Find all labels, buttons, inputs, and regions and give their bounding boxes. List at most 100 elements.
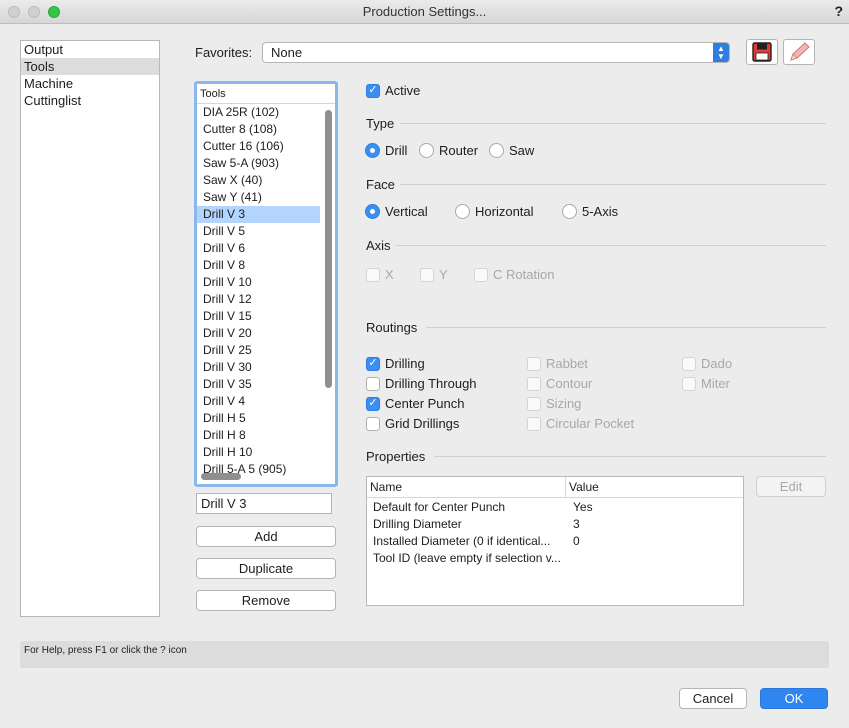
routing-rabbet-checkbox[interactable]: Rabbet xyxy=(527,356,588,371)
tool-item[interactable]: Drill V 25 xyxy=(197,342,320,359)
checkbox-icon xyxy=(527,356,541,371)
routing-circular-pocket-label: Circular Pocket xyxy=(546,416,635,431)
favorites-value: None xyxy=(271,45,303,60)
property-value: 0 xyxy=(573,534,580,548)
ok-button[interactable]: OK xyxy=(760,688,828,709)
nav-item-cuttinglist[interactable]: Cuttinglist xyxy=(21,92,159,109)
tool-item[interactable]: Drill V 20 xyxy=(197,325,320,342)
axis-c-rotation-checkbox[interactable]: C Rotation xyxy=(474,267,554,282)
tool-item[interactable]: Drill V 15 xyxy=(197,308,320,325)
routing-grid-drillings-label: Grid Drillings xyxy=(385,416,460,431)
tools-horizontal-scrollbar[interactable] xyxy=(201,473,241,480)
property-name: Tool ID (leave empty if selection v... xyxy=(373,551,561,565)
type-radio-drill[interactable]: Drill xyxy=(365,143,407,158)
type-radio-saw[interactable]: Saw xyxy=(489,143,534,158)
tool-name-field[interactable]: Drill V 3 xyxy=(196,493,332,514)
tool-item[interactable]: Drill V 30 xyxy=(197,359,320,376)
checkbox-icon xyxy=(366,376,380,391)
tool-item[interactable]: Drill V 5 xyxy=(197,223,320,240)
table-row[interactable]: Tool ID (leave empty if selection v... xyxy=(367,549,743,566)
axis-y-checkbox[interactable]: Y xyxy=(420,267,448,282)
checkbox-icon xyxy=(527,376,541,391)
edit-favorite-button[interactable] xyxy=(783,39,815,65)
axis-x-label: X xyxy=(385,267,394,282)
tool-item[interactable]: Saw Y (41) xyxy=(197,189,320,206)
tool-item[interactable]: Drill V 12 xyxy=(197,291,320,308)
favorites-dropdown[interactable]: None ▲ ▼ xyxy=(262,42,730,63)
column-divider xyxy=(565,477,566,498)
routing-center-punch-label: Center Punch xyxy=(385,396,465,411)
type-radio-router[interactable]: Router xyxy=(419,143,478,158)
tool-item[interactable]: Saw 5-A (903) xyxy=(197,155,320,172)
checkbox-icon xyxy=(527,396,541,411)
edit-property-button[interactable]: Edit xyxy=(756,476,826,497)
routing-circular-pocket-checkbox[interactable]: Circular Pocket xyxy=(527,416,634,431)
add-tool-button[interactable]: Add xyxy=(196,526,336,547)
cancel-button[interactable]: Cancel xyxy=(679,688,747,709)
face-radio-horizontal[interactable]: Horizontal xyxy=(455,204,534,219)
tool-item[interactable]: Drill H 8 xyxy=(197,427,320,444)
checkmark-icon: ✓ xyxy=(366,83,380,98)
nav-item-output[interactable]: Output xyxy=(21,41,159,58)
routing-drilling-through-label: Drilling Through xyxy=(385,376,477,391)
properties-table[interactable]: Name Value Default for Center Punch Yes … xyxy=(366,476,744,606)
duplicate-tool-button[interactable]: Duplicate xyxy=(196,558,336,579)
nav-item-tools[interactable]: Tools xyxy=(21,58,159,75)
routings-divider xyxy=(426,327,826,328)
face-radio-5-axis[interactable]: 5-Axis xyxy=(562,204,618,219)
face-section-title: Face xyxy=(366,177,395,192)
help-icon[interactable]: ? xyxy=(834,3,843,19)
property-value: 3 xyxy=(573,517,580,531)
routing-center-punch-checkbox[interactable]: ✓ Center Punch xyxy=(366,396,465,411)
routing-grid-drillings-checkbox[interactable]: Grid Drillings xyxy=(366,416,459,431)
dropdown-arrows-icon: ▲ ▼ xyxy=(713,43,729,62)
routing-dado-checkbox[interactable]: Dado xyxy=(682,356,732,371)
radio-selected-icon xyxy=(365,204,380,219)
tool-item-selected[interactable]: Drill V 3 xyxy=(197,206,320,223)
table-row[interactable]: Drilling Diameter 3 xyxy=(367,515,743,532)
active-label: Active xyxy=(385,83,421,98)
nav-item-machine[interactable]: Machine xyxy=(21,75,159,92)
tools-vertical-scrollbar[interactable] xyxy=(325,110,332,388)
routing-sizing-checkbox[interactable]: Sizing xyxy=(527,396,581,411)
status-help-bar: For Help, press F1 or click the ? icon xyxy=(20,641,829,668)
checkmark-icon: ✓ xyxy=(366,356,380,371)
tool-item[interactable]: Drill V 6 xyxy=(197,240,320,257)
column-header-name[interactable]: Name xyxy=(370,480,402,494)
routings-section-title: Routings xyxy=(366,320,418,335)
pencil-icon xyxy=(790,42,810,61)
tool-item[interactable]: Drill V 10 xyxy=(197,274,320,291)
face-radio-vertical[interactable]: Vertical xyxy=(365,204,428,219)
settings-category-list[interactable]: Output Tools Machine Cuttinglist xyxy=(20,40,160,617)
face-radio-horizontal-label: Horizontal xyxy=(475,204,534,219)
tool-item[interactable]: Drill V 35 xyxy=(197,376,320,393)
routing-miter-label: Miter xyxy=(701,376,730,391)
axis-x-checkbox[interactable]: X xyxy=(366,267,394,282)
table-row[interactable]: Installed Diameter (0 if identical... 0 xyxy=(367,532,743,549)
routing-contour-checkbox[interactable]: Contour xyxy=(527,376,592,391)
active-checkbox[interactable]: ✓ Active xyxy=(366,83,420,98)
tool-item[interactable]: Drill V 4 xyxy=(197,393,320,410)
axis-divider xyxy=(396,245,826,246)
routing-drilling-checkbox[interactable]: ✓ Drilling xyxy=(366,356,425,371)
routing-drilling-through-checkbox[interactable]: Drilling Through xyxy=(366,376,477,391)
tool-item[interactable]: Drill V 8 xyxy=(197,257,320,274)
save-favorite-button[interactable] xyxy=(746,39,778,65)
table-row[interactable]: Default for Center Punch Yes xyxy=(367,498,743,515)
radio-icon xyxy=(489,143,504,158)
routing-drilling-label: Drilling xyxy=(385,356,425,371)
tool-item[interactable]: Drill H 5 xyxy=(197,410,320,427)
properties-divider xyxy=(434,456,826,457)
tool-item[interactable]: Drill H 10 xyxy=(197,444,320,461)
tool-item[interactable]: Cutter 8 (108) xyxy=(197,121,320,138)
column-header-value[interactable]: Value xyxy=(569,480,599,494)
remove-tool-button[interactable]: Remove xyxy=(196,590,336,611)
tools-listbox[interactable]: Tools DIA 25R (102) Cutter 8 (108) Cutte… xyxy=(194,81,338,487)
tool-item[interactable]: Saw X (40) xyxy=(197,172,320,189)
properties-section-title: Properties xyxy=(366,449,426,464)
tool-item[interactable]: DIA 25R (102) xyxy=(197,104,320,121)
routing-miter-checkbox[interactable]: Miter xyxy=(682,376,730,391)
tool-item[interactable]: Cutter 16 (106) xyxy=(197,138,320,155)
checkbox-icon xyxy=(420,267,434,282)
radio-icon xyxy=(562,204,577,219)
